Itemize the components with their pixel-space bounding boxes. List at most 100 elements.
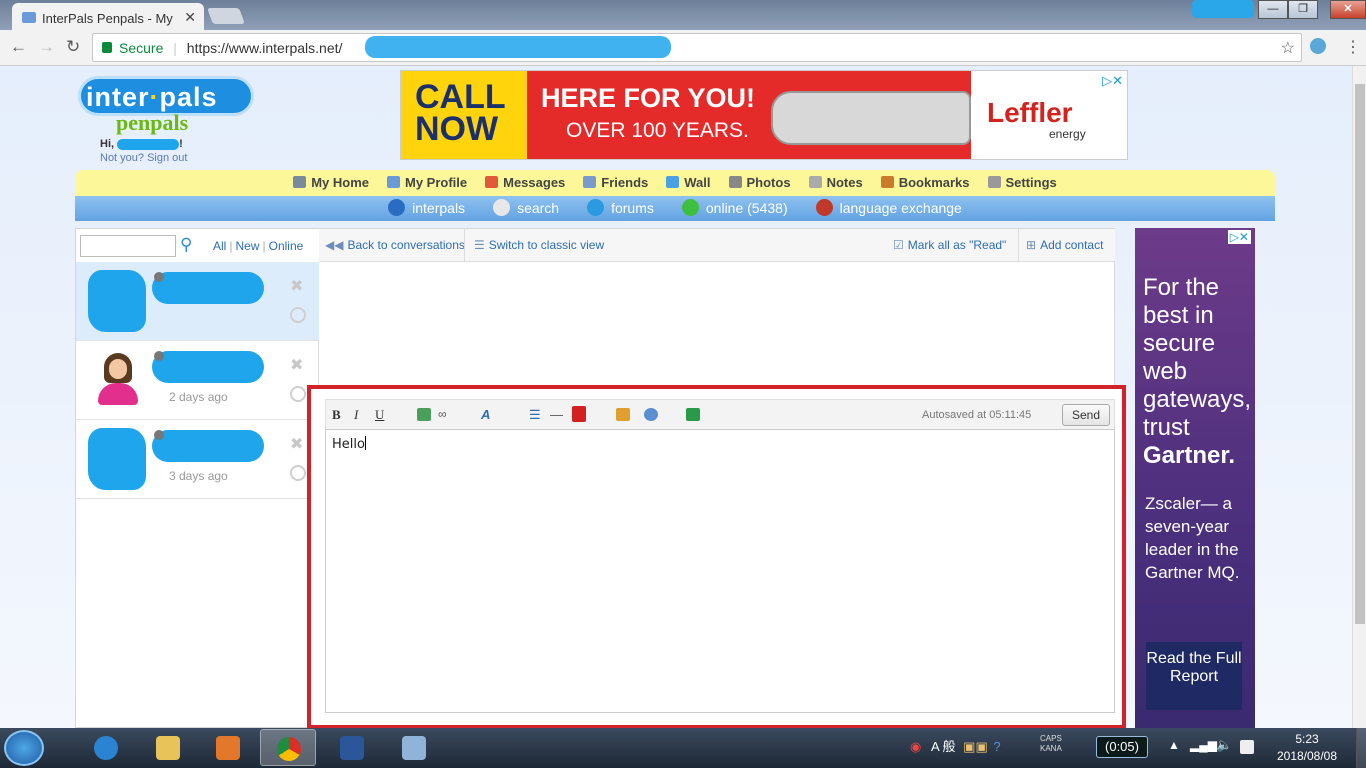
delete-icon[interactable]: ✖ (290, 276, 303, 296)
nav-messages[interactable]: Messages (485, 175, 565, 190)
tray-app-icon[interactable]: ◉ (910, 739, 921, 754)
secondary-nav: interpals search forums online (5438) langua… (75, 196, 1275, 221)
tray-tools-icon[interactable]: ▣▣ (963, 739, 988, 754)
emoji-icon[interactable] (644, 408, 658, 421)
message-editor[interactable]: Hello (325, 429, 1115, 713)
back-arrow-icon[interactable]: ← (10, 37, 27, 57)
forward-arrow-icon[interactable]: → (38, 37, 55, 57)
filter-all[interactable]: All (213, 239, 226, 253)
underline-button[interactable]: U (375, 407, 384, 423)
friends-icon (583, 176, 597, 188)
start-button[interactable] (4, 730, 44, 766)
text-cursor (364, 436, 366, 450)
page-scrollbar[interactable] (1352, 66, 1366, 728)
network-icon[interactable]: ▂▄▆ (1190, 738, 1217, 752)
logo-subtext: penpals (116, 110, 189, 135)
browser-menu-icon[interactable]: ⋮ (1345, 37, 1361, 57)
conversation-item[interactable]: ✖ (76, 262, 319, 341)
conversation-list: ✖ 2 days ago ✖ 3 days ago ✖ (76, 262, 319, 728)
classic-view-link[interactable]: ☰ Switch to classic view (474, 238, 604, 252)
window-close-button[interactable]: ✕ (1330, 0, 1366, 19)
ad-choices-icon[interactable]: ▷✕ (1227, 230, 1251, 244)
nav-label: interpals (412, 200, 466, 216)
nav-notes[interactable]: Notes (808, 175, 863, 190)
new-tab-button[interactable] (207, 8, 245, 24)
scrollbar-thumb[interactable] (1355, 84, 1365, 624)
fullscreen-icon[interactable] (686, 408, 700, 421)
block-icon[interactable] (290, 307, 306, 323)
conversation-item[interactable]: 2 days ago ✖ (76, 341, 319, 420)
nav-language-exchange[interactable]: language exchange (815, 199, 962, 216)
nav-online-5438[interactable]: online (5438) (681, 199, 788, 216)
delete-icon[interactable]: ✖ (290, 355, 303, 375)
minimize-button[interactable]: — (1258, 0, 1288, 19)
nav-settings[interactable]: Settings (987, 175, 1057, 190)
redacted-profile-badge[interactable] (1192, 0, 1254, 18)
mark-all-read-link[interactable]: ☑ Mark all as "Read" (893, 238, 1006, 252)
filter-online[interactable]: Online (269, 239, 304, 253)
reload-icon[interactable]: ↻ (66, 37, 80, 57)
side-ad-body: Zscaler— a seven-year leader in the Gart… (1145, 494, 1240, 582)
profile-icon (387, 176, 400, 188)
interpals-logo[interactable]: inter·pals penpals (78, 74, 256, 135)
nav-my-home[interactable]: My Home (293, 175, 369, 190)
url-field[interactable]: Secure | https://www.interpals.net/ ☆ (92, 33, 1302, 62)
link-icon[interactable]: ∞ (438, 407, 447, 421)
send-button[interactable]: Send (1062, 404, 1110, 426)
taskbar-word[interactable] (324, 729, 380, 766)
search-icon[interactable]: ⚲ (180, 235, 202, 257)
horizontal-rule-icon[interactable]: — (550, 407, 563, 422)
home-icon (293, 176, 307, 188)
delete-icon[interactable]: ✖ (290, 434, 303, 454)
block-icon[interactable] (290, 465, 306, 481)
side-ad-headline: For the best in secure web gateways, tru… (1143, 274, 1252, 469)
volume-icon[interactable]: 🔈 (1216, 737, 1232, 753)
ad-banner[interactable]: CALL NOW HERE FOR YOU! OVER 100 YEARS. L… (400, 70, 1128, 160)
table-icon[interactable] (616, 408, 630, 421)
nav-photos[interactable]: Photos (728, 175, 791, 190)
tab-close-icon[interactable]: ✕ (184, 9, 196, 26)
timer-widget[interactable]: (0:05) (1096, 736, 1148, 758)
add-contact-link[interactable]: ⊞ Add contact (1026, 238, 1103, 252)
notes-icon (808, 176, 822, 188)
ad-subline: OVER 100 YEARS. (566, 119, 749, 142)
font-button[interactable]: A (481, 407, 490, 422)
nav-bookmarks[interactable]: Bookmarks (880, 175, 970, 190)
browser-tab[interactable]: InterPals Penpals - My ✕ (12, 3, 204, 30)
italic-button[interactable]: I (354, 407, 358, 423)
action-center-icon[interactable] (1240, 740, 1254, 754)
conversation-search-input[interactable] (80, 235, 176, 257)
image-icon[interactable] (417, 408, 431, 421)
nav-forums[interactable]: forums (587, 199, 654, 216)
double-arrow-left-icon: ◀◀ (325, 238, 344, 252)
taskbar-media[interactable] (200, 729, 256, 766)
conversation-item[interactable]: 3 days ago ✖ (76, 420, 319, 499)
filter-new[interactable]: New (235, 239, 259, 253)
taskbar-ie[interactable] (78, 729, 134, 766)
system-clock[interactable]: 5:23 2018/08/08 (1262, 731, 1352, 765)
taskbar-explorer[interactable] (140, 729, 196, 766)
nav-wall[interactable]: Wall (666, 175, 711, 190)
youtube-icon[interactable] (572, 406, 586, 422)
bookmark-star-icon[interactable]: ☆ (1281, 38, 1295, 58)
read-report-button[interactable]: Read the Full Report (1146, 642, 1242, 710)
taskbar-paint[interactable] (386, 729, 442, 766)
back-to-conversations-link[interactable]: ◀◀ Back to conversations (325, 238, 465, 252)
help-icon[interactable]: ? (993, 739, 1000, 754)
nav-friends[interactable]: Friends (583, 175, 648, 190)
ime-indicator[interactable]: A 般 (931, 739, 956, 754)
block-icon[interactable] (290, 386, 306, 402)
ad-choices-icon[interactable]: ▷✕ (1102, 73, 1123, 89)
numbered-list-icon[interactable]: ☰ (529, 407, 541, 423)
bold-button[interactable]: B (332, 407, 341, 423)
side-ad[interactable]: ▷✕ For the best in secure web gateways, … (1135, 228, 1255, 728)
taskbar-chrome[interactable] (260, 729, 316, 766)
signout-link[interactable]: Not you? Sign out (100, 152, 187, 164)
show-desktop-button[interactable] (1356, 728, 1366, 768)
nav-interpals[interactable]: interpals (388, 199, 465, 216)
maximize-button[interactable]: ❐ (1288, 0, 1318, 19)
nav-search[interactable]: search (493, 199, 559, 216)
nav-my-profile[interactable]: My Profile (387, 175, 467, 190)
extension-icon[interactable] (1310, 38, 1326, 54)
tray-expand-icon[interactable]: ▲ (1168, 738, 1180, 752)
